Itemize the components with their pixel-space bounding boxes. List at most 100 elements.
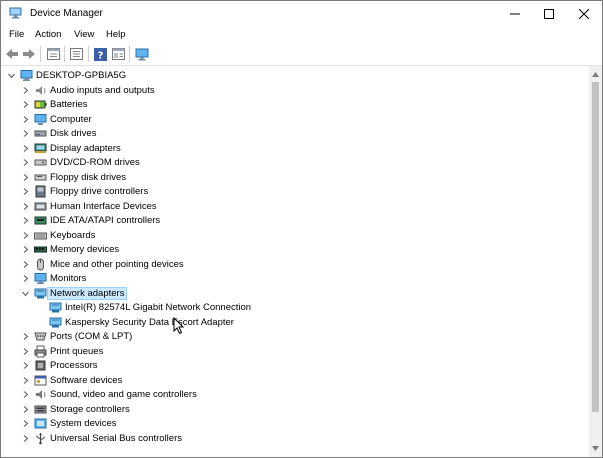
menu-view[interactable]: View (74, 29, 94, 40)
chevron-up-icon (592, 72, 599, 77)
expand-toggle[interactable] (21, 434, 30, 443)
tree-item-label: Audio inputs and outputs (50, 84, 155, 96)
tree-category[interactable]: System devices (1, 417, 589, 431)
chevron-right-icon (23, 420, 29, 427)
menu-action[interactable]: Action (35, 29, 61, 40)
tree-item-label: Processors (50, 360, 98, 371)
tree-category[interactable]: Human Interface Devices (1, 200, 589, 214)
tree-item-label: Display adapters (50, 142, 121, 154)
tree-category[interactable]: Memory devices (1, 243, 589, 257)
monitor-icon (135, 48, 149, 60)
tree-category[interactable]: DVD/CD-ROM drives (1, 156, 589, 170)
chevron-right-icon (23, 362, 29, 369)
usb-icon (34, 432, 47, 445)
tree-category[interactable]: Print queues (1, 345, 589, 359)
expand-toggle[interactable] (21, 419, 30, 428)
collapse-toggle[interactable] (21, 289, 30, 298)
maximize-icon (544, 8, 554, 19)
scroll-up-button[interactable] (589, 68, 602, 81)
expand-toggle[interactable] (21, 129, 30, 138)
expand-toggle[interactable] (21, 115, 30, 124)
expand-toggle[interactable] (21, 100, 30, 109)
menu-help[interactable]: Help (106, 29, 126, 40)
tree-category[interactable]: Keyboards (1, 229, 589, 243)
tree-category[interactable]: Mice and other pointing devices (1, 258, 589, 272)
vertical-scrollbar[interactable] (589, 66, 602, 457)
title-bar[interactable]: Device Manager (1, 1, 602, 26)
expand-toggle[interactable] (21, 347, 30, 356)
dvd-icon (34, 156, 47, 169)
tree-category[interactable]: Sound, video and game controllers (1, 388, 589, 402)
device-manager-icon (9, 7, 23, 19)
tree-category[interactable]: Floppy drive controllers (1, 185, 589, 199)
hid-icon (34, 200, 47, 213)
expand-toggle[interactable] (21, 376, 30, 385)
view-button[interactable] (111, 47, 125, 61)
tree-category[interactable]: Software devices (1, 374, 589, 388)
tree-item-label: Batteries (50, 99, 88, 110)
chevron-right-icon (23, 347, 29, 355)
expand-toggle[interactable] (21, 86, 30, 95)
processor-icon (34, 359, 47, 372)
properties-icon (46, 48, 60, 60)
tree-category[interactable]: Universal Serial Bus controllers (1, 432, 589, 446)
scroll-thumb[interactable] (592, 82, 599, 412)
memory-icon (34, 243, 47, 256)
network-adapter-icon (49, 316, 62, 329)
tree-category[interactable]: Network adapters (1, 286, 589, 301)
tree-item-label: Network adapters (47, 286, 128, 300)
help-button[interactable]: ? (93, 47, 107, 61)
tree-category[interactable]: IDE ATA/ATAPI controllers (1, 214, 589, 228)
tree-category[interactable]: Floppy disk drives (1, 171, 589, 185)
tree-item-label: System devices (50, 418, 117, 429)
expand-toggle[interactable] (21, 231, 30, 240)
tree-category[interactable]: Ports (COM & LPT) (1, 330, 589, 344)
collapse-toggle[interactable] (7, 71, 16, 80)
expand-toggle[interactable] (21, 216, 30, 225)
tree-category[interactable]: Batteries (1, 98, 589, 112)
chevron-right-icon (23, 275, 29, 282)
expand-toggle[interactable] (21, 158, 30, 167)
expand-toggle[interactable] (21, 144, 30, 153)
device-tree: DESKTOP-GPBIA5G Audio inputs and outputs B… (1, 66, 589, 457)
menu-file[interactable]: File (9, 29, 24, 40)
tree-category[interactable]: Processors (1, 359, 589, 373)
tree-category[interactable]: Disk drives (1, 127, 589, 141)
expand-toggle[interactable] (21, 202, 30, 211)
expand-toggle[interactable] (21, 260, 30, 269)
tree-device[interactable]: Kaspersky Security Data Escort Adapter (1, 316, 589, 330)
tree-item-label: Print queues (50, 345, 104, 357)
tree-item-label: Storage controllers (50, 403, 130, 415)
scan-hardware-button[interactable] (135, 47, 149, 61)
forward-button[interactable] (22, 47, 36, 61)
expand-toggle[interactable] (21, 173, 30, 182)
close-button[interactable] (567, 1, 601, 26)
expand-toggle[interactable] (21, 405, 30, 414)
expand-toggle[interactable] (21, 187, 30, 196)
ide-icon (34, 214, 47, 227)
expand-toggle[interactable] (21, 245, 30, 254)
tree-category[interactable]: Storage controllers (1, 403, 589, 417)
expand-toggle[interactable] (21, 390, 30, 399)
tree-item-label: Intel(R) 82574L Gigabit Network Connecti… (65, 302, 252, 313)
network-adapter-icon (34, 287, 47, 300)
floppy-icon (34, 171, 47, 184)
tree-root[interactable]: DESKTOP-GPBIA5G (1, 69, 589, 83)
tree-device[interactable]: Intel(R) 82574L Gigabit Network Connecti… (1, 301, 589, 315)
tree-item-label: Software devices (50, 374, 123, 386)
tree-category[interactable]: Display adapters (1, 142, 589, 156)
minimize-button[interactable] (498, 1, 532, 26)
back-button[interactable] (5, 47, 19, 61)
tree-category[interactable]: Monitors (1, 272, 589, 286)
tree-category[interactable]: Audio inputs and outputs (1, 84, 589, 98)
expand-toggle[interactable] (21, 332, 30, 341)
forward-icon (23, 49, 35, 59)
scroll-down-button[interactable] (589, 442, 602, 455)
show-hide-button[interactable] (69, 47, 83, 61)
tree-category[interactable]: Computer (1, 113, 589, 127)
expand-toggle[interactable] (21, 274, 30, 283)
expand-toggle[interactable] (21, 361, 30, 370)
maximize-button[interactable] (532, 1, 566, 26)
properties-button[interactable] (46, 47, 60, 61)
port-icon (34, 330, 47, 343)
